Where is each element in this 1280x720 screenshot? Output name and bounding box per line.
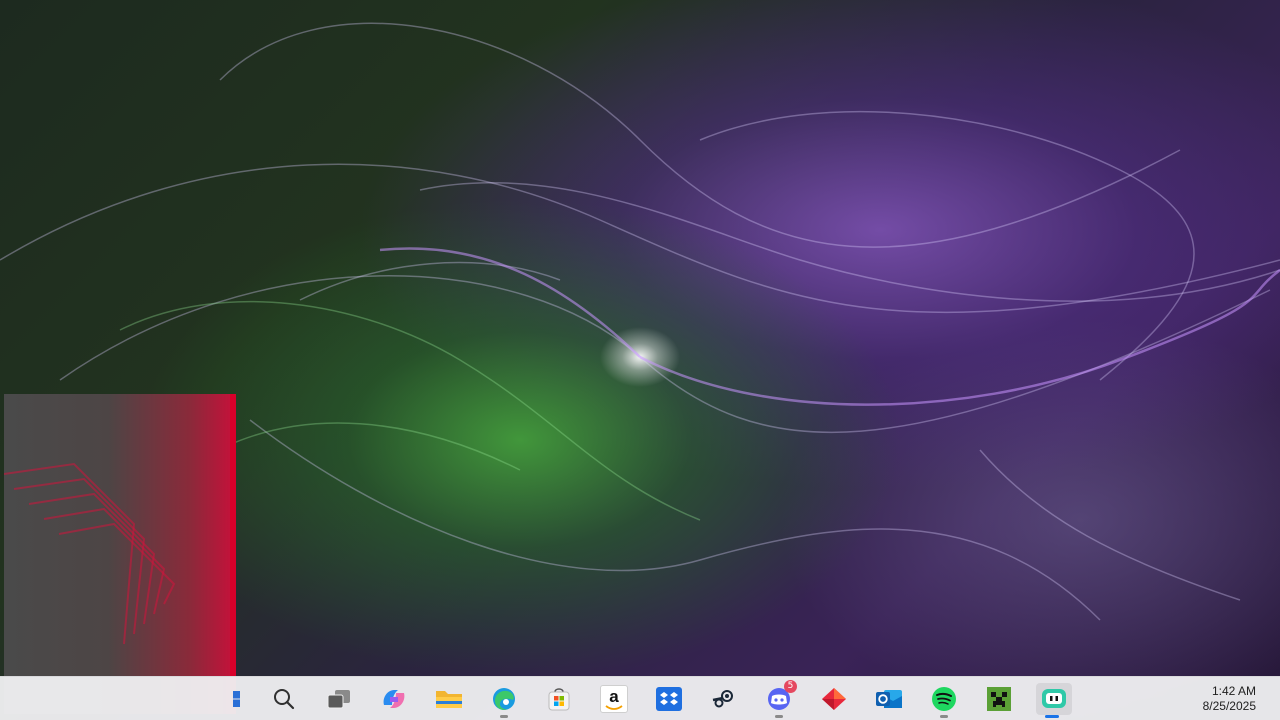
folder-icon	[436, 691, 462, 708]
search-icon	[274, 689, 295, 710]
panel-pattern	[4, 462, 176, 645]
task-view-icon	[327, 690, 350, 709]
dropbox-icon	[656, 687, 682, 711]
search-button[interactable]	[268, 683, 300, 715]
active-indicator	[1045, 715, 1059, 718]
diamond-app-button[interactable]	[818, 683, 850, 715]
minecraft-icon	[987, 687, 1011, 711]
copilot-icon	[383, 690, 405, 708]
spotify-icon	[932, 687, 956, 711]
clock-time: 1:42 AM	[1211, 684, 1256, 698]
dropbox-button[interactable]	[653, 683, 685, 715]
running-indicator	[775, 715, 783, 718]
taskbar: a 5 1:42 AM 8/25/2025	[0, 676, 1280, 720]
desktop[interactable]: a 5 1:42 AM 8/25/2025	[0, 0, 1280, 720]
steam-icon	[712, 690, 733, 708]
chat-bot-button[interactable]	[1036, 683, 1072, 718]
chat-bot-icon	[1042, 689, 1066, 708]
notification-panel[interactable]	[4, 394, 236, 714]
running-indicator	[500, 715, 508, 718]
minecraft-button[interactable]	[983, 683, 1015, 715]
panel-accent-edge	[230, 394, 236, 714]
running-indicator	[940, 715, 948, 718]
amazon-smile	[605, 705, 623, 710]
discord-notification-badge: 5	[784, 680, 797, 693]
amazon-icon: a	[600, 685, 628, 713]
windows-logo-icon	[233, 691, 240, 707]
diamond-app-icon	[822, 688, 846, 710]
copilot-button[interactable]	[378, 683, 410, 715]
windows-start-button[interactable]	[222, 683, 244, 715]
discord-button[interactable]: 5	[763, 680, 797, 718]
task-view-button[interactable]	[323, 683, 355, 715]
amazon-glyph: a	[609, 687, 619, 706]
store-icon	[548, 688, 570, 711]
outlook-icon	[876, 690, 902, 708]
outlook-button[interactable]	[873, 683, 905, 715]
edge-icon	[493, 688, 515, 710]
spotify-button[interactable]	[928, 683, 960, 718]
file-explorer-button[interactable]	[433, 683, 465, 715]
edge-button[interactable]	[488, 683, 520, 718]
steam-button[interactable]	[708, 683, 740, 715]
amazon-button[interactable]: a	[598, 683, 630, 715]
clock-date: 8/25/2025	[1202, 699, 1256, 713]
system-clock[interactable]: 1:42 AM 8/25/2025	[1203, 684, 1256, 714]
store-button[interactable]	[543, 683, 575, 715]
